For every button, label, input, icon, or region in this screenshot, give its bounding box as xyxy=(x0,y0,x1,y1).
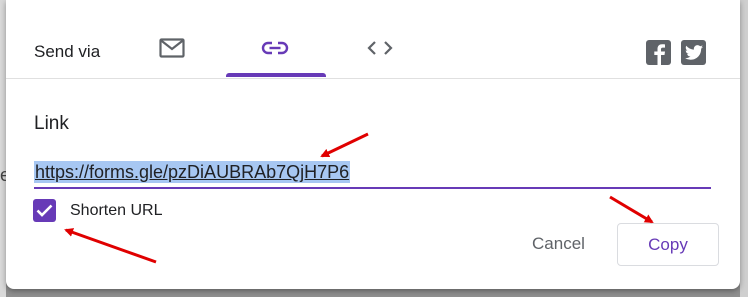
send-form-dialog: Send via Link https://forms.gle/pzDiAUBR… xyxy=(6,0,740,289)
twitter-icon xyxy=(684,45,703,60)
facebook-icon xyxy=(653,44,665,65)
shorten-url-option[interactable]: Shorten URL xyxy=(33,199,163,222)
dialog-header: Send via xyxy=(6,0,740,79)
embed-icon xyxy=(367,41,393,55)
tab-link[interactable] xyxy=(226,20,324,76)
link-section-label: Link xyxy=(34,113,69,134)
send-via-label: Send via xyxy=(34,42,101,61)
link-icon xyxy=(261,41,289,55)
share-facebook-button[interactable] xyxy=(646,40,671,65)
email-icon xyxy=(159,38,185,58)
copy-button[interactable]: Copy xyxy=(617,223,719,266)
checkmark-icon xyxy=(36,204,53,217)
short-url-field[interactable]: https://forms.gle/pzDiAUBRAb7QjH7P6 xyxy=(34,158,711,189)
share-twitter-button[interactable] xyxy=(681,40,706,65)
active-tab-indicator xyxy=(226,73,326,77)
tab-email[interactable] xyxy=(123,20,221,76)
shorten-url-label: Shorten URL xyxy=(70,201,163,219)
shorten-url-checkbox[interactable] xyxy=(33,199,56,222)
backdrop-right-strip xyxy=(740,0,748,297)
url-text-selected[interactable]: https://forms.gle/pzDiAUBRAb7QjH7P6 xyxy=(34,161,351,183)
cancel-button[interactable]: Cancel xyxy=(511,224,606,264)
tab-embed-html[interactable] xyxy=(331,20,429,76)
